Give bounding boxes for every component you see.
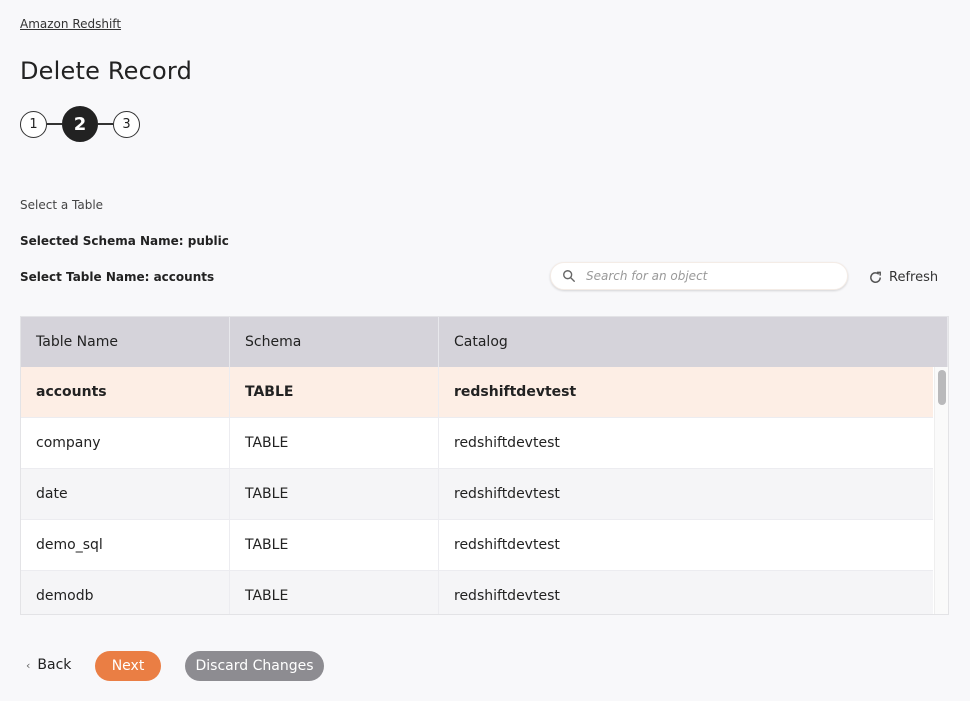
- search-box: [550, 262, 848, 290]
- cell-table-name: accounts: [21, 367, 230, 417]
- scrollbar-thumb[interactable]: [938, 370, 946, 405]
- cell-catalog: redshiftdevtest: [454, 537, 560, 553]
- next-button[interactable]: Next: [95, 651, 161, 681]
- column-header-table-name[interactable]: Table Name: [21, 317, 230, 367]
- cell-table-name: demo_sql: [21, 520, 230, 570]
- cell-catalog: redshiftdevtest: [454, 435, 560, 451]
- search-input[interactable]: [586, 269, 826, 283]
- back-label: Back: [37, 657, 72, 673]
- refresh-icon: [870, 271, 881, 283]
- cell-schema: TABLE: [230, 418, 439, 468]
- cell-schema: TABLE: [230, 520, 439, 570]
- selected-schema-label: Selected Schema Name: public: [20, 234, 229, 248]
- stepper: 1 2 3: [20, 106, 140, 142]
- table-row[interactable]: demo_sql TABLE redshiftdevtest: [21, 520, 933, 571]
- table-row[interactable]: date TABLE redshiftdevtest: [21, 469, 933, 520]
- cell-catalog: redshiftdevtest: [454, 588, 560, 604]
- section-label: Select a Table: [20, 198, 104, 212]
- step-2-active[interactable]: 2: [62, 106, 98, 142]
- cell-table-name: company: [21, 418, 230, 468]
- table-scrollbar[interactable]: [934, 367, 948, 614]
- cell-schema: TABLE: [230, 571, 439, 614]
- cell-table-name: demodb: [21, 571, 230, 614]
- discard-changes-button[interactable]: Discard Changes: [185, 651, 324, 681]
- table-row[interactable]: accounts TABLE redshiftdevtest: [21, 367, 933, 418]
- search-icon: [563, 270, 575, 282]
- column-header-schema[interactable]: Schema: [230, 317, 439, 367]
- selected-table-label: Select Table Name: accounts: [20, 270, 215, 284]
- page-title: Delete Record: [20, 57, 193, 85]
- table-body: accounts TABLE redshiftdevtest company T…: [21, 367, 948, 614]
- cell-catalog: redshiftdevtest: [454, 384, 577, 400]
- step-1[interactable]: 1: [20, 110, 47, 138]
- refresh-label: Refresh: [889, 270, 939, 285]
- tables-grid: Table Name Schema Catalog accounts TABLE…: [20, 316, 949, 615]
- chevron-left-icon: ‹: [26, 658, 31, 672]
- refresh-button[interactable]: Refresh: [868, 270, 938, 285]
- table-header: Table Name Schema Catalog: [21, 317, 948, 367]
- cell-catalog: redshiftdevtest: [454, 486, 560, 502]
- cell-schema: TABLE: [230, 469, 439, 519]
- column-header-catalog[interactable]: Catalog: [439, 317, 948, 367]
- step-3[interactable]: 3: [113, 110, 140, 138]
- cell-table-name: date: [21, 469, 230, 519]
- table-row[interactable]: demodb TABLE redshiftdevtest: [21, 571, 933, 614]
- cell-schema: TABLE: [230, 367, 439, 417]
- step-connector: [47, 123, 62, 125]
- table-row[interactable]: company TABLE redshiftdevtest: [21, 418, 933, 469]
- breadcrumb-link[interactable]: Amazon Redshift: [20, 17, 121, 31]
- step-connector: [98, 123, 113, 125]
- back-button[interactable]: ‹ Back: [26, 657, 71, 673]
